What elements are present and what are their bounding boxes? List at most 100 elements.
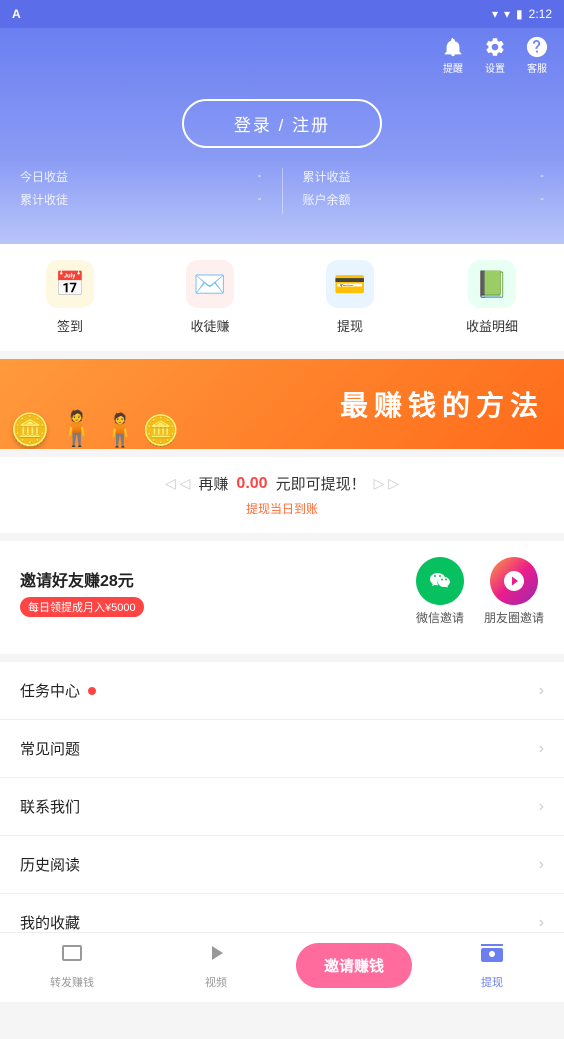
menu-item-tasks[interactable]: 任务中心 › — [0, 662, 564, 720]
tasks-label: 任务中心 — [20, 680, 80, 701]
earn-subtext: 提现当日到账 — [20, 500, 544, 517]
settings-button[interactable]: 设置 — [484, 36, 506, 75]
login-button[interactable]: 登录 / 注册 — [182, 99, 382, 148]
balance-value: - — [540, 191, 544, 208]
history-left: 历史阅读 — [20, 854, 80, 875]
favorites-arrow: › — [539, 914, 544, 932]
tasks-left: 任务中心 — [20, 680, 96, 701]
history-arrow: › — [539, 856, 544, 874]
stats-left: 今日收益 - 累计收徒 - — [20, 168, 262, 214]
earn-prefix: 再赚 — [198, 473, 228, 494]
earn-suffix: 元即可提现！ — [276, 473, 366, 494]
service-button[interactable]: 客服 — [526, 36, 548, 75]
action-recruit[interactable]: ✉️ 收徒赚 — [186, 260, 234, 335]
wechat-invite-button[interactable]: 微信邀请 — [416, 557, 464, 626]
bottom-nav: 转发赚钱 视频 邀请赚钱 提现 — [0, 932, 564, 1002]
wechat-icon — [416, 557, 464, 605]
faq-left: 常见问题 — [20, 738, 80, 759]
today-earning-label: 今日收益 — [20, 168, 68, 185]
status-app-icon: A — [12, 7, 21, 21]
today-earning-value: - — [258, 168, 262, 185]
wechat-label: 微信邀请 — [416, 609, 464, 626]
header-area: 提醒 设置 客服 登录 / 注册 今日收益 - 累计收徒 - — [0, 28, 564, 244]
stats-divider — [282, 168, 283, 214]
share-icon — [60, 941, 84, 971]
recruit-icon-wrap: ✉️ — [186, 260, 234, 308]
invite-section: 邀请好友赚28元 每日领提成月入¥5000 微信邀请 — [0, 541, 564, 654]
menu-section: 任务中心 › 常见问题 › 联系我们 › 历史阅读 › — [0, 662, 564, 951]
status-time: 2:12 — [529, 7, 552, 21]
balance-label: 账户余额 — [303, 191, 351, 208]
followers-value: - — [258, 191, 262, 208]
balance-row: 账户余额 - — [303, 191, 545, 208]
login-section: 登录 / 注册 — [0, 83, 564, 168]
cumulative-label: 累计收益 — [303, 168, 351, 185]
nav-share[interactable]: 转发赚钱 — [0, 941, 144, 990]
stats-right: 累计收益 - 账户余额 - — [303, 168, 545, 214]
contact-arrow: › — [539, 798, 544, 816]
status-right: ▾ ▾ ▮ 2:12 — [492, 7, 552, 21]
faq-label: 常见问题 — [20, 738, 80, 759]
menu-item-faq[interactable]: 常见问题 › — [0, 720, 564, 778]
contact-left: 联系我们 — [20, 796, 80, 817]
circle-invite-button[interactable]: 朋友圈邀请 — [484, 557, 544, 626]
earnings-icon-wrap: 📗 — [468, 260, 516, 308]
withdraw-nav-icon — [480, 941, 504, 971]
status-bar: A ▾ ▾ ▮ 2:12 — [0, 0, 564, 28]
top-nav: 提醒 设置 客服 — [0, 28, 564, 83]
settings-label: 设置 — [485, 60, 505, 75]
followers-label: 累计收徒 — [20, 191, 68, 208]
invite-badge: 每日领提成月入¥5000 — [20, 597, 144, 617]
checkin-icon-wrap: 📅 — [46, 260, 94, 308]
withdraw-icon-wrap: 💳 — [326, 260, 374, 308]
faq-arrow: › — [539, 740, 544, 758]
video-icon — [204, 941, 228, 971]
favorites-left: 我的收藏 — [20, 912, 80, 933]
withdraw-icon: 💳 — [334, 269, 366, 300]
earn-amount: 0.00 — [236, 475, 267, 493]
cumulative-earning-row: 累计收益 - — [303, 168, 545, 185]
wifi-icon: ▾ — [492, 7, 498, 21]
notification-button[interactable]: 提醒 — [442, 36, 464, 75]
invite-buttons: 微信邀请 朋友圈邀请 — [416, 557, 544, 626]
menu-item-history[interactable]: 历史阅读 › — [0, 836, 564, 894]
banner: 🪙 🧍 🧍 🪙 最赚钱的方法 — [0, 359, 564, 449]
recruit-icon: ✉️ — [194, 269, 226, 300]
tasks-arrow: › — [539, 682, 544, 700]
video-label: 视频 — [205, 974, 227, 990]
action-earnings[interactable]: 📗 收益明细 — [466, 260, 518, 335]
contact-label: 联系我们 — [20, 796, 80, 817]
withdraw-label: 提现 — [337, 316, 363, 335]
favorites-label: 我的收藏 — [20, 912, 80, 933]
action-withdraw[interactable]: 💳 提现 — [326, 260, 374, 335]
nav-video[interactable]: 视频 — [144, 941, 288, 990]
menu-item-contact[interactable]: 联系我们 › — [0, 778, 564, 836]
invite-left: 邀请好友赚28元 每日领提成月入¥5000 — [20, 567, 144, 617]
earnings-label: 收益明细 — [466, 316, 518, 335]
history-label: 历史阅读 — [20, 854, 80, 875]
cumulative-value: - — [540, 168, 544, 185]
nav-cta[interactable]: 邀请赚钱 — [288, 943, 420, 988]
nav-withdraw[interactable]: 提现 — [420, 941, 564, 990]
right-arrows: ▷ ▷ — [374, 475, 399, 492]
today-earning-row: 今日收益 - — [20, 168, 262, 185]
followers-row: 累计收徒 - — [20, 191, 262, 208]
left-arrows: ◁ ◁ — [165, 475, 190, 492]
tasks-dot — [88, 687, 96, 695]
recruit-label: 收徒赚 — [190, 316, 229, 335]
earnings-icon: 📗 — [476, 269, 508, 300]
cta-button[interactable]: 邀请赚钱 — [296, 943, 412, 988]
share-label: 转发赚钱 — [50, 974, 94, 990]
earn-section: ◁ ◁ 再赚 0.00 元即可提现！ ▷ ▷ 提现当日到账 — [0, 457, 564, 533]
signal-icon: ▾ — [504, 7, 510, 21]
banner-text: 最赚钱的方法 — [20, 384, 544, 424]
circle-icon — [490, 557, 538, 605]
invite-title: 邀请好友赚28元 — [20, 567, 144, 591]
quick-actions: 📅 签到 ✉️ 收徒赚 💳 提现 📗 收益明细 — [0, 244, 564, 351]
invite-top: 邀请好友赚28元 每日领提成月入¥5000 微信邀请 — [20, 557, 544, 626]
action-checkin[interactable]: 📅 签到 — [46, 260, 94, 335]
checkin-icon: 📅 — [55, 270, 85, 299]
stats-section: 今日收益 - 累计收徒 - 累计收益 - 账户余额 - — [0, 168, 564, 224]
earn-row: ◁ ◁ 再赚 0.00 元即可提现！ ▷ ▷ — [20, 473, 544, 494]
main-content: 📅 签到 ✉️ 收徒赚 💳 提现 📗 收益明细 🪙 🧍 — [0, 244, 564, 1039]
